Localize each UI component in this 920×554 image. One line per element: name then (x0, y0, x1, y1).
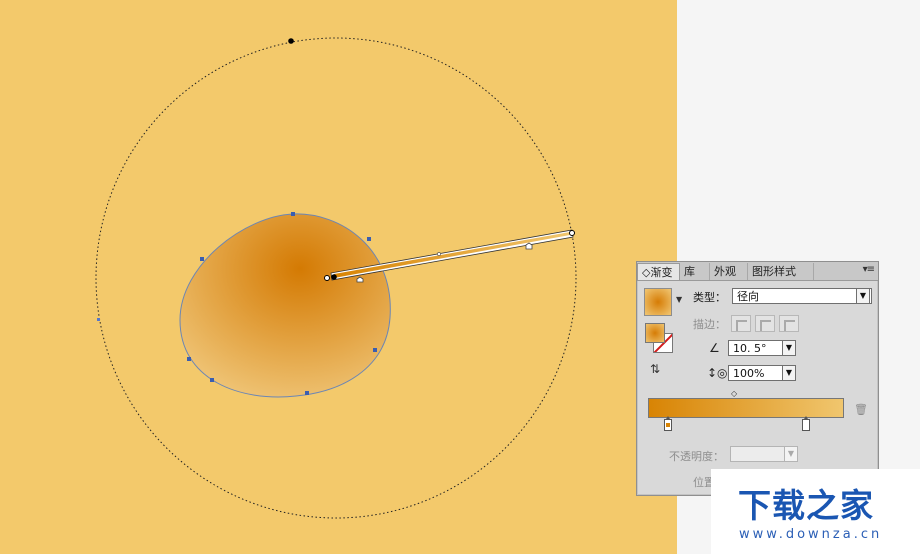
gradient-stop-end[interactable] (802, 416, 810, 431)
watermark-title: 下载之家 (738, 486, 874, 525)
stroke-along-button[interactable] (755, 315, 775, 332)
extent-anchor[interactable] (97, 318, 100, 321)
gradient-stop-start[interactable] (664, 416, 672, 431)
panel-tabbar: ◇渐变 库 外观 图形样式 ▾≡ (637, 262, 878, 281)
type-label: 类型： (693, 291, 726, 304)
tab-gradient[interactable]: ◇渐变 (637, 263, 680, 280)
aspect-ratio-icon: ↕◎ (707, 366, 728, 380)
gradient-swatch[interactable] (644, 288, 672, 316)
extent-handle[interactable] (288, 38, 294, 44)
artwork (95, 37, 577, 519)
chevron-down-icon[interactable]: ▼ (784, 446, 798, 462)
egg-shape[interactable] (179, 213, 391, 398)
fill-swatch[interactable] (645, 323, 665, 343)
gradient-slider[interactable] (648, 398, 844, 418)
stroke-label: 描边： (693, 318, 726, 331)
watermark-logo: 下载之家 www.downza.cn (711, 469, 920, 554)
chevron-down-icon[interactable]: ▼ (676, 295, 682, 304)
reverse-gradient-icon[interactable]: ⇅ (650, 362, 660, 376)
stroke-within-button[interactable] (731, 315, 751, 332)
type-select[interactable]: 径向 (732, 288, 872, 304)
chevron-down-icon[interactable]: ▼ (782, 365, 796, 381)
gradient-panel: ◇渐变 库 外观 图形样式 ▾≡ ▼ ⇅ 类型： 径向 ▼ 描边： ∠ 10. … (636, 261, 879, 496)
stroke-across-button[interactable] (779, 315, 799, 332)
opacity-label: 不透明度： (669, 450, 724, 463)
panel-menu-icon[interactable]: ▾≡ (863, 264, 875, 275)
tab-graphic-styles[interactable]: 图形样式 (748, 263, 814, 280)
chevron-down-icon[interactable]: ▼ (856, 288, 870, 304)
tab-appearance[interactable]: 外观 (710, 263, 748, 280)
tab-library[interactable]: 库 (680, 263, 710, 280)
midpoint-diamond-icon[interactable]: ◇ (731, 389, 737, 398)
angle-icon: ∠ (709, 341, 720, 355)
chevron-down-icon[interactable]: ▼ (782, 340, 796, 356)
watermark-url: www.downza.cn (739, 527, 883, 542)
trash-icon[interactable]: 🗑 (854, 403, 868, 416)
